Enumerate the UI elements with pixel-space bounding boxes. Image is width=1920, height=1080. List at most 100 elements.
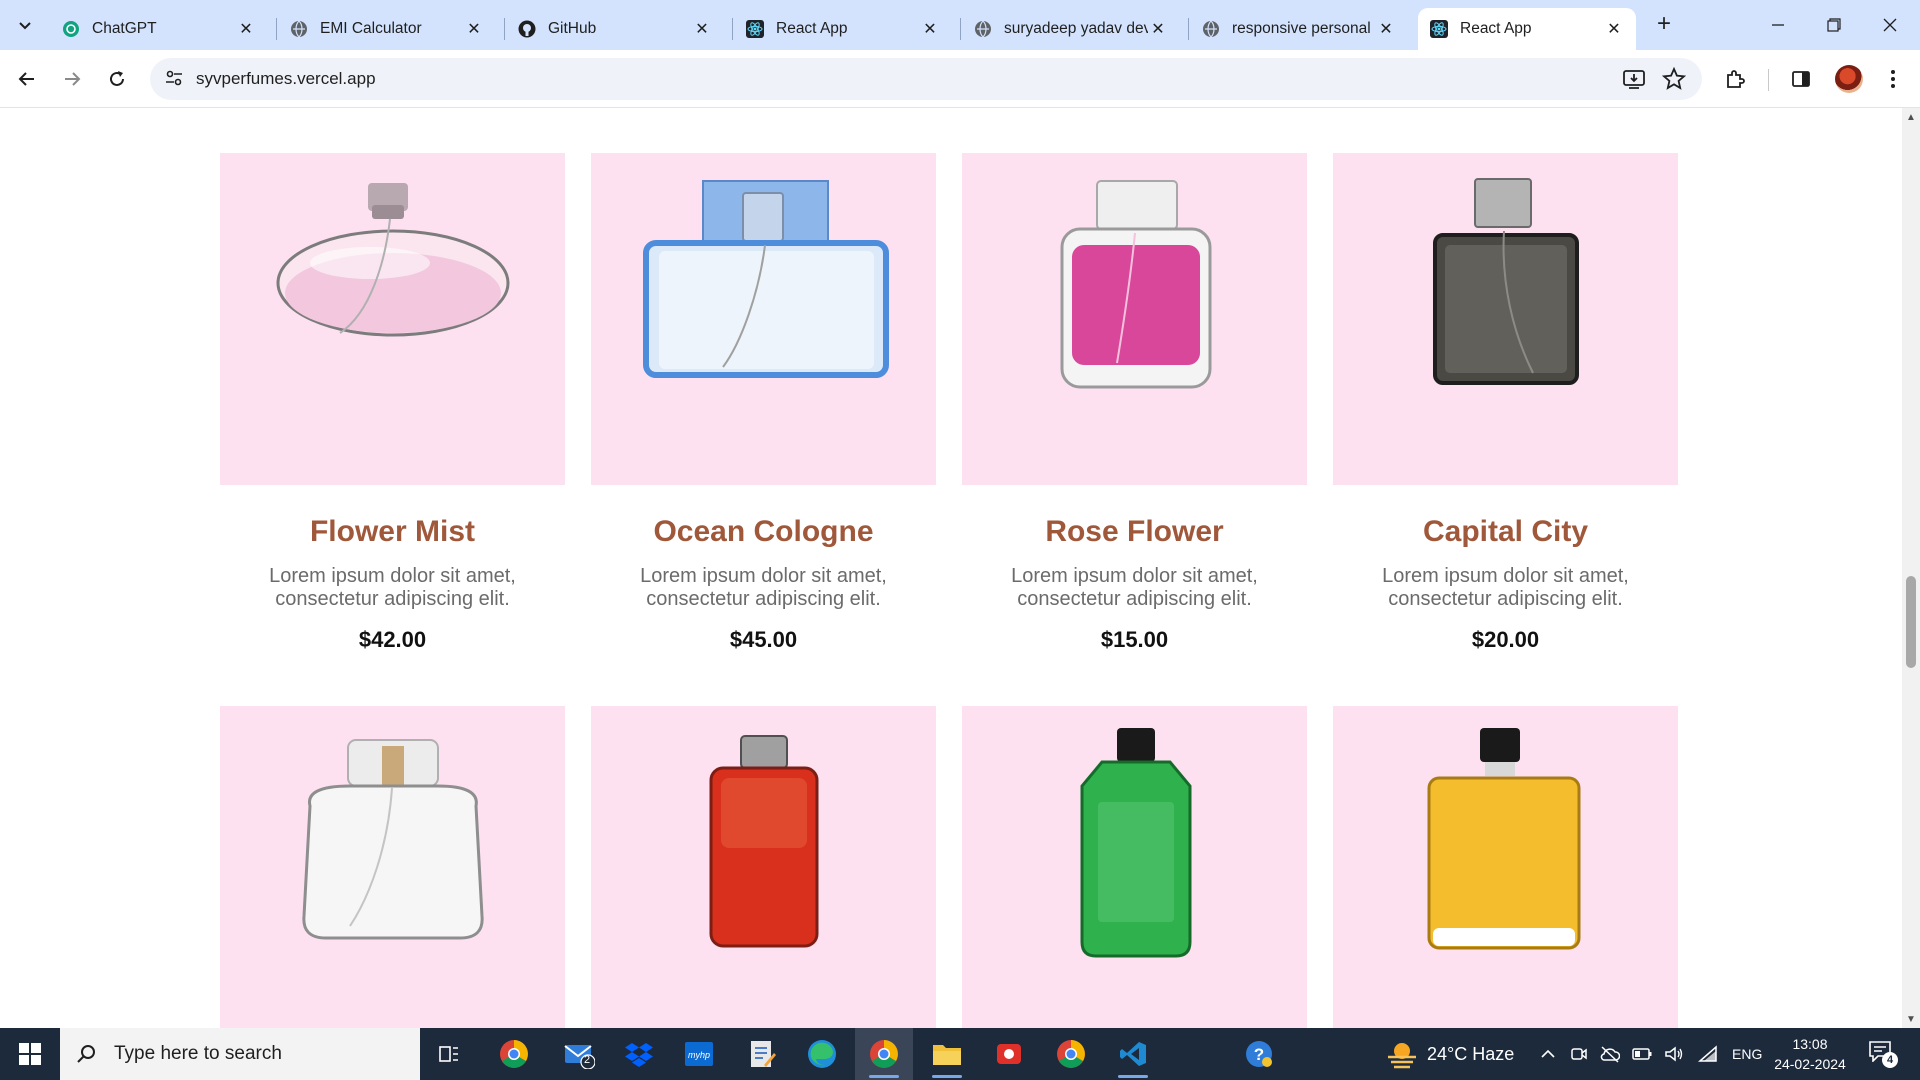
tab-chatgpt[interactable]: ChatGPT ✕ — [50, 8, 268, 50]
tab-react-app[interactable]: React App ✕ — [734, 8, 952, 50]
windows-taskbar: Type here to search 2 myhp ? 24°C Haze E… — [0, 1028, 1920, 1080]
close-tab-icon[interactable]: ✕ — [1604, 19, 1624, 39]
taskbar-vscode[interactable] — [1104, 1028, 1162, 1080]
chevron-down-icon — [19, 22, 31, 30]
product-image — [1333, 153, 1678, 485]
tab-emi-calculator[interactable]: EMI Calculator ✕ — [278, 8, 496, 50]
globe-icon — [1202, 20, 1220, 38]
folder-icon — [933, 1045, 961, 1065]
reload-button[interactable] — [100, 62, 134, 96]
speaker-icon[interactable] — [1664, 1045, 1684, 1063]
tab-suryadeep[interactable]: suryadeep yadav dev ✕ — [962, 8, 1180, 50]
product-card[interactable]: Rose Flower Lorem ipsum dolor sit amet, … — [962, 153, 1307, 653]
battery-icon[interactable] — [1632, 1047, 1652, 1061]
taskbar-file-explorer[interactable] — [918, 1028, 976, 1080]
product-image — [1333, 706, 1678, 1028]
browser-toolbar: syvperfumes.vercel.app — [0, 50, 1920, 108]
extensions-button[interactable] — [1718, 62, 1752, 96]
tab-title: ChatGPT — [92, 20, 157, 37]
tab-title: React App — [1460, 20, 1532, 37]
tab-search-button[interactable] — [8, 8, 42, 42]
minimize-button[interactable] — [1750, 0, 1806, 50]
document-icon — [751, 1041, 776, 1067]
profile-avatar[interactable] — [1835, 65, 1863, 93]
chevron-up-icon[interactable] — [1540, 1046, 1556, 1062]
myhp-icon: myhp — [685, 1042, 713, 1066]
taskbar-chrome-active[interactable] — [855, 1028, 913, 1080]
perfume-bottle-icon — [1080, 728, 1192, 958]
chrome-icon — [1057, 1040, 1085, 1068]
dropbox-icon — [625, 1043, 653, 1067]
perfume-bottle-icon — [1060, 180, 1212, 389]
menu-button[interactable] — [1876, 62, 1910, 96]
product-card[interactable] — [962, 706, 1307, 1028]
taskbar-myhp[interactable]: myhp — [670, 1028, 728, 1080]
language-indicator[interactable]: ENG — [1732, 1046, 1762, 1062]
notification-center-button[interactable]: 4 — [1868, 1040, 1898, 1068]
forward-button[interactable] — [55, 62, 89, 96]
wifi-icon[interactable] — [1698, 1045, 1718, 1063]
page-scrollbar[interactable]: ▲ ▼ — [1902, 108, 1920, 1028]
scroll-down-icon[interactable]: ▼ — [1906, 1014, 1916, 1025]
system-clock[interactable]: 13:08 24-02-2024 — [1765, 1034, 1855, 1074]
install-app-icon[interactable] — [1622, 67, 1646, 96]
close-tab-icon[interactable]: ✕ — [692, 19, 712, 39]
chatgpt-icon — [62, 20, 80, 38]
taskbar-recorder[interactable] — [980, 1028, 1038, 1080]
product-card[interactable]: Capital City Lorem ipsum dolor sit amet,… — [1333, 153, 1678, 653]
close-window-button[interactable] — [1862, 0, 1918, 50]
puzzle-icon — [1727, 70, 1745, 88]
bookmark-star-icon[interactable] — [1661, 66, 1687, 96]
product-card[interactable] — [220, 706, 565, 1028]
tab-title: GitHub — [548, 20, 597, 37]
taskbar-chrome[interactable] — [485, 1028, 543, 1080]
back-button[interactable] — [10, 62, 44, 96]
product-card[interactable]: Flower Mist Lorem ipsum dolor sit amet, … — [220, 153, 565, 653]
site-info-icon[interactable] — [164, 68, 184, 93]
address-bar[interactable]: syvperfumes.vercel.app — [150, 58, 1702, 100]
close-tab-icon[interactable]: ✕ — [1376, 19, 1396, 39]
new-tab-button[interactable]: + — [1650, 10, 1678, 38]
start-button[interactable] — [0, 1028, 60, 1080]
taskbar-dropbox[interactable] — [610, 1028, 668, 1080]
taskbar-chrome-2[interactable] — [1042, 1028, 1100, 1080]
restore-button[interactable] — [1806, 0, 1862, 50]
weather-widget[interactable]: 24°C Haze — [1385, 1028, 1514, 1080]
tab-responsive-personal[interactable]: responsive personal ✕ — [1190, 8, 1408, 50]
scroll-up-icon[interactable]: ▲ — [1906, 112, 1916, 123]
close-tab-icon[interactable]: ✕ — [920, 19, 940, 39]
taskbar-search[interactable]: Type here to search — [60, 1028, 420, 1080]
task-view-button[interactable] — [420, 1028, 478, 1080]
reload-icon — [110, 71, 124, 86]
close-tab-icon[interactable]: ✕ — [236, 19, 256, 39]
taskbar-mail[interactable]: 2 — [550, 1028, 608, 1080]
product-card[interactable] — [1333, 706, 1678, 1028]
product-image — [220, 153, 565, 485]
product-name: Flower Mist — [309, 515, 475, 548]
react-icon — [746, 20, 764, 38]
product-price: $20.00 — [1471, 627, 1540, 652]
taskbar-help[interactable]: ? — [1230, 1028, 1288, 1080]
tab-react-app-active[interactable]: React App ✕ — [1418, 8, 1636, 50]
tab-title: EMI Calculator — [320, 20, 422, 37]
weather-text: 24°C Haze — [1427, 1043, 1515, 1064]
side-panel-button[interactable] — [1784, 62, 1818, 96]
cloud-off-icon[interactable] — [1600, 1045, 1620, 1063]
perfume-bottle-icon — [1427, 728, 1581, 950]
meet-now-icon[interactable] — [1570, 1045, 1588, 1063]
taskbar-notepad[interactable] — [733, 1028, 791, 1080]
product-image — [591, 706, 936, 1028]
taskbar-edge[interactable] — [793, 1028, 851, 1080]
close-tab-icon[interactable]: ✕ — [1148, 19, 1168, 39]
product-card[interactable] — [591, 706, 936, 1028]
product-card[interactable]: Ocean Cologne Lorem ipsum dolor sit amet… — [591, 153, 936, 653]
tab-github[interactable]: GitHub ✕ — [506, 8, 724, 50]
scrollbar-thumb[interactable] — [1906, 576, 1916, 668]
product-image — [962, 153, 1307, 485]
react-icon — [1430, 20, 1448, 38]
arrow-right-icon — [65, 72, 81, 86]
product-price: $45.00 — [729, 627, 798, 652]
close-tab-icon[interactable]: ✕ — [464, 19, 484, 39]
system-tray: ENG — [1540, 1028, 1762, 1080]
perfume-bottle-icon — [709, 735, 819, 948]
